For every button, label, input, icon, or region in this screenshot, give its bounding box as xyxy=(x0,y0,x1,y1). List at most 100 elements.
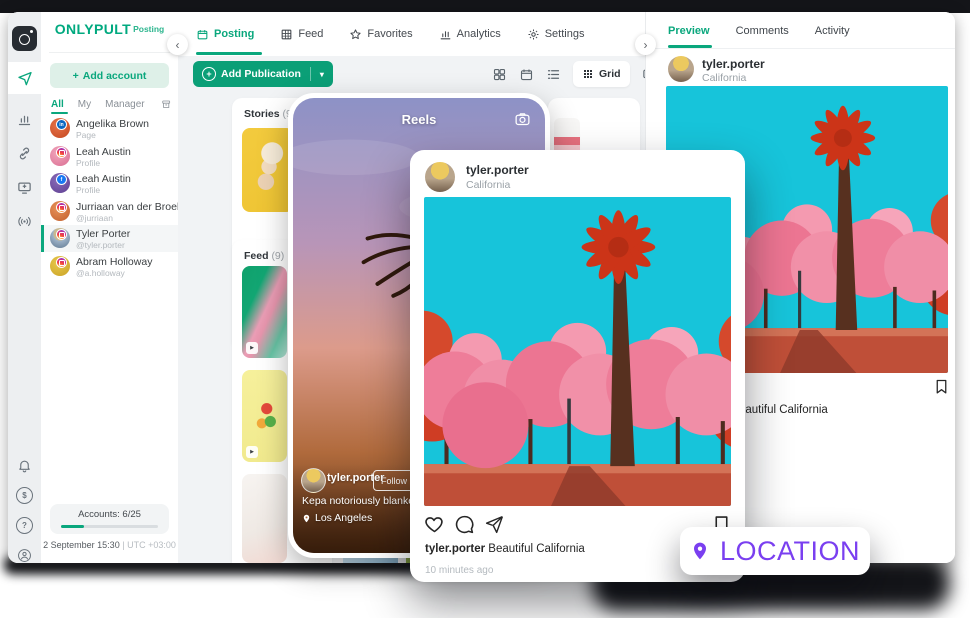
plus-circle-icon: + xyxy=(202,67,216,81)
chart-icon xyxy=(439,28,452,41)
bookmark-icon[interactable] xyxy=(933,378,950,395)
reels-title: Reels xyxy=(293,112,545,127)
avatar xyxy=(50,201,70,221)
tab-activity[interactable]: Activity xyxy=(815,25,850,37)
feed-thumbnail[interactable] xyxy=(242,474,287,563)
tab-settings[interactable]: Settings xyxy=(527,28,585,41)
profile-icon[interactable] xyxy=(8,540,41,563)
instagram-badge-icon xyxy=(56,229,67,240)
notifications-icon[interactable] xyxy=(8,450,41,480)
accounts-usage: Accounts: 6/25 xyxy=(50,504,169,534)
brand-suffix: Posting xyxy=(133,24,164,34)
multiposting-icon[interactable] xyxy=(8,172,41,202)
star-icon xyxy=(349,28,362,41)
instagram-logo-icon xyxy=(8,23,41,53)
tab-manager[interactable]: Manager xyxy=(105,99,144,110)
story-thumbnail[interactable] xyxy=(242,128,294,212)
pin-icon xyxy=(302,513,311,524)
tab-preview[interactable]: Preview xyxy=(668,25,710,37)
feed-thumbnail[interactable]: ▶ xyxy=(242,266,287,358)
collapse-sidebar-button[interactable]: ‹ xyxy=(167,34,188,55)
linkedin-badge-icon: in xyxy=(56,119,67,130)
avatar xyxy=(50,256,70,276)
table-icon xyxy=(280,28,293,41)
share-icon[interactable] xyxy=(484,514,505,535)
preview-location: California xyxy=(702,72,746,84)
current-datetime: 2 September 15:30 | UTC +03:00 xyxy=(41,540,178,550)
analytics-icon[interactable] xyxy=(8,104,41,134)
add-publication-dropdown[interactable]: ▾ xyxy=(311,70,333,79)
links-icon[interactable] xyxy=(8,138,41,168)
avatar xyxy=(301,468,326,493)
camera-icon[interactable] xyxy=(514,111,531,128)
grid-view-button[interactable]: Grid xyxy=(573,61,630,87)
chevron-down-icon: ▾ xyxy=(320,70,324,79)
dashboard-view-icon[interactable] xyxy=(492,67,507,82)
account-row[interactable]: Abram Holloway @a.holloway xyxy=(41,253,178,280)
avatar xyxy=(668,56,694,82)
follow-button[interactable]: Follow xyxy=(373,470,415,491)
post-caption: tyler.porter Beautiful California xyxy=(425,543,585,555)
account-row[interactable]: in Angelika Brown Page xyxy=(41,115,178,142)
brand-logo: ONLYPULTPosting xyxy=(41,21,178,39)
account-row[interactable]: f Leah Austin Profile xyxy=(41,170,178,197)
live-icon[interactable] xyxy=(8,206,41,236)
billing-icon[interactable]: $ xyxy=(8,480,41,510)
avatar xyxy=(50,146,70,166)
tab-my[interactable]: My xyxy=(78,99,91,110)
post-username[interactable]: tyler.porter xyxy=(466,163,529,177)
progress-fill xyxy=(61,525,84,528)
reels-location[interactable]: Los Angeles xyxy=(302,512,372,524)
active-tab-underline xyxy=(196,52,262,55)
account-row[interactable]: Jurriaan van der Broek @jurriaan xyxy=(41,198,178,225)
grid-icon xyxy=(582,68,594,80)
archive-icon[interactable] xyxy=(161,98,171,111)
account-filter-tabs: All My Manager xyxy=(51,98,171,111)
chevron-left-icon: ‹ xyxy=(176,38,180,52)
tab-all[interactable]: All xyxy=(51,99,64,110)
add-publication-button[interactable]: + Add Publication ▾ xyxy=(193,61,333,87)
feed-title: Feed (9) xyxy=(244,250,284,262)
list-view-icon[interactable] xyxy=(546,67,561,82)
avatar xyxy=(425,162,455,192)
instagram-badge-icon xyxy=(56,202,67,213)
plus-icon: + xyxy=(73,70,79,82)
expand-panel-button[interactable]: › xyxy=(635,34,656,55)
selected-indicator xyxy=(41,225,44,252)
chevron-right-icon: › xyxy=(644,38,648,52)
like-icon[interactable] xyxy=(424,514,445,535)
post-location[interactable]: California xyxy=(466,179,510,191)
tab-analytics[interactable]: Analytics xyxy=(439,28,501,41)
help-icon[interactable]: ? xyxy=(8,510,41,540)
tab-comments[interactable]: Comments xyxy=(736,25,789,37)
instagram-badge-icon xyxy=(56,257,67,268)
feed-thumbnail[interactable]: ▶ xyxy=(242,370,287,462)
divider xyxy=(49,52,170,53)
active-tab-underline xyxy=(51,112,68,114)
pin-icon xyxy=(690,539,710,563)
tab-posting[interactable]: Posting xyxy=(196,28,254,41)
avatar: in xyxy=(50,118,70,138)
send-icon[interactable] xyxy=(8,62,41,94)
add-account-button[interactable]: + Add account xyxy=(50,63,169,88)
avatar: f xyxy=(50,173,70,193)
icon-rail: $ ? xyxy=(8,12,41,563)
comment-icon[interactable] xyxy=(454,514,475,535)
post-image xyxy=(424,197,731,506)
tab-favorites[interactable]: Favorites xyxy=(349,28,412,41)
facebook-badge-icon: f xyxy=(56,174,67,185)
account-row[interactable]: Leah Austin Profile xyxy=(41,143,178,170)
tab-feed[interactable]: Feed xyxy=(280,28,323,41)
post-timestamp: 10 minutes ago xyxy=(425,565,493,576)
avatar xyxy=(50,228,70,248)
preview-tabs: Preview Comments Activity xyxy=(668,25,850,37)
accounts-sidebar: ONLYPULTPosting + Add account All My Man… xyxy=(41,12,179,563)
accounts-usage-label: Accounts: 6/25 xyxy=(50,509,169,520)
main-nav: Posting Feed Favorites Analytics Setting… xyxy=(178,12,645,56)
calendar-icon xyxy=(196,28,209,41)
gear-icon xyxy=(527,28,540,41)
account-row-selected[interactable]: Tyler Porter @tyler.porter xyxy=(41,225,178,252)
video-badge-icon: ▶ xyxy=(246,342,258,354)
calendar-view-icon[interactable] xyxy=(519,67,534,82)
location-button[interactable]: LOCATION xyxy=(680,527,870,575)
